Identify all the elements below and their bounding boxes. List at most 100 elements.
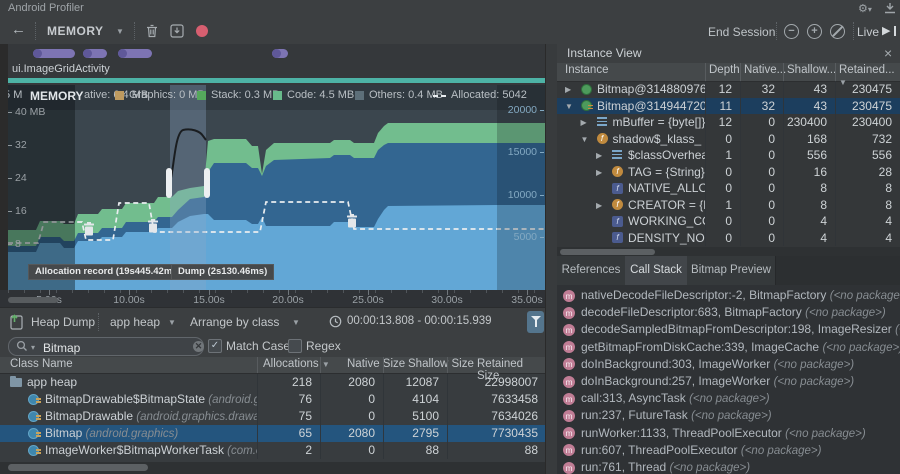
- tree-collapse-arrow[interactable]: ▶: [596, 151, 602, 160]
- timeline-scrollbar-thumb[interactable]: [8, 297, 58, 303]
- instance-row[interactable]: ▼ Bitmap@314944720 (11 32 43 230475: [557, 97, 900, 114]
- tab-bitmap-preview[interactable]: Bitmap Preview: [687, 256, 776, 285]
- class-table-body: app heap 218 2080 12087 22998007 BitmapDrawab…: [0, 373, 546, 462]
- table-row[interactable]: BitmapDrawable$BitmapState (android.grap…: [0, 391, 546, 408]
- time-label: 25.00s: [352, 294, 384, 306]
- method-icon: m: [563, 392, 575, 405]
- clear-search-icon[interactable]: ✕: [193, 341, 204, 352]
- live-button[interactable]: Live: [857, 25, 879, 39]
- scrollbar-thumb[interactable]: [8, 464, 148, 471]
- close-icon[interactable]: ×: [884, 45, 892, 61]
- tree-collapse-arrow[interactable]: ▶: [581, 118, 587, 127]
- event-timeline[interactable]: ui.ImageGridActivity: [0, 44, 545, 85]
- zoom-out-button[interactable]: −: [784, 24, 799, 39]
- col-class-name[interactable]: Class Name: [10, 358, 73, 370]
- minor-tick: [40, 290, 41, 293]
- instance-row[interactable]: ▼ f shadow$_klass_ = 0 0 168 732: [557, 130, 900, 147]
- instance-row[interactable]: fWORKING_COM0044: [557, 213, 900, 230]
- class-table-hscrollbar[interactable]: [0, 462, 546, 474]
- separator: [98, 313, 99, 331]
- numeric-cell: 0: [740, 163, 783, 180]
- gear-icon[interactable]: ⚙▾: [858, 2, 872, 15]
- instance-row[interactable]: f DENSITY_NON 0 0 4 4: [557, 229, 900, 246]
- export-heap-dump-icon[interactable]: [9, 313, 25, 333]
- stack-frame[interactable]: m decodeSampledBitmapFromDescriptor:198, …: [557, 322, 900, 339]
- regex-checkbox[interactable]: [288, 339, 302, 353]
- instance-table-header[interactable]: Instance Depth Native... Shallow... Reta…: [557, 63, 900, 87]
- export-capture-icon[interactable]: [170, 24, 184, 41]
- minor-tick: [534, 290, 535, 293]
- numeric-cell: 0: [705, 213, 740, 230]
- col-instance[interactable]: Instance: [565, 64, 608, 76]
- class-name: BitmapDrawable$BitmapState (android.grap: [45, 392, 257, 406]
- col-shallow-size[interactable]: Shallow Size: [408, 358, 474, 370]
- instance-row[interactable]: ▶$classOverhead10556556: [557, 147, 900, 164]
- numeric-cell: 76: [257, 391, 320, 408]
- dock-icon[interactable]: [884, 3, 896, 17]
- heap-select-dropdown[interactable]: app heap: [110, 315, 160, 329]
- table-row[interactable]: Bitmap (android.graphics) 65 2080 2795 77304…: [0, 425, 546, 442]
- go-live-icon[interactable]: ▶: [882, 24, 890, 37]
- reset-zoom-button[interactable]: [830, 24, 845, 39]
- chart-tooltip: Dump (2s130.46ms): [171, 264, 275, 280]
- minor-tick: [215, 290, 216, 293]
- time-axis[interactable]: 5.00s10.00s15.00s20.00s25.00s30.00s35.00…: [0, 290, 545, 307]
- minor-tick: [56, 290, 57, 293]
- stack-frame[interactable]: m doInBackground:257, ImageWorker (<no pa…: [557, 374, 900, 391]
- table-row[interactable]: ImageWorker$BitmapWorkerTask (com.exa208…: [0, 442, 546, 459]
- stack-frame[interactable]: m run:607, ThreadPoolExecutor (<no packag…: [557, 443, 900, 460]
- tree-collapse-arrow[interactable]: ▶: [565, 85, 571, 94]
- search-bar: ▾ Bitmap ✕ ✓ Match Case Regex: [0, 335, 546, 357]
- numeric-cell: 22998007: [447, 374, 546, 391]
- search-input[interactable]: ▾ Bitmap ✕: [8, 337, 204, 356]
- stack-frame[interactable]: m nativeDecodeFileDescriptor:-2, BitmapFa…: [557, 288, 900, 305]
- scrollbar-thumb[interactable]: [560, 248, 655, 255]
- stack-frame[interactable]: m getBitmapFromDiskCache:339, ImageCache …: [557, 340, 900, 357]
- left-axis-label: 32: [15, 139, 27, 151]
- table-row[interactable]: app heap 218 2080 12087 22998007: [0, 374, 546, 391]
- back-arrow-icon[interactable]: ←: [11, 21, 26, 38]
- memory-chart[interactable]: [8, 85, 545, 290]
- stack-frame[interactable]: m decodeFileDescriptor:683, BitmapFactory…: [557, 305, 900, 322]
- instance-label: TAG = {String}: [628, 164, 705, 179]
- tab-call-stack[interactable]: Call Stack: [625, 256, 688, 285]
- match-case-checkbox[interactable]: ✓: [208, 339, 222, 353]
- col-native[interactable]: Native...: [744, 64, 786, 76]
- trash-icon[interactable]: [145, 24, 159, 41]
- tree-expand-arrow[interactable]: ▼: [581, 135, 589, 144]
- stack-frame[interactable]: m run:761, Thread (<no package>): [557, 460, 900, 474]
- col-native-size[interactable]: Native Size: [347, 358, 405, 370]
- field-icon: f: [596, 133, 608, 144]
- col-depth[interactable]: Depth: [709, 64, 740, 76]
- class-table-header[interactable]: Class Name Allocations ▼ Native Size Sha…: [0, 357, 546, 382]
- instance-row[interactable]: ▶ mBuffer = {byte[]} 12 0 230400 230400: [557, 114, 900, 131]
- numeric-cell: 4: [783, 229, 835, 246]
- right-axis-label: 15000: [507, 146, 537, 158]
- legend-label: Allocated: 5042: [451, 89, 527, 101]
- search-history-caret[interactable]: ▾: [31, 343, 35, 352]
- heap-folder-icon: [10, 378, 22, 387]
- profiler-type-dropdown[interactable]: MEMORY: [47, 24, 104, 38]
- stack-frame[interactable]: m runWorker:1133, ThreadPoolExecutor (<no…: [557, 426, 900, 443]
- array-icon: [596, 117, 607, 119]
- instance-row[interactable]: ▶ Bitmap@314880976 (12 32 43 230475: [557, 81, 900, 98]
- minor-tick: [279, 290, 280, 293]
- arrange-dropdown[interactable]: Arrange by class: [190, 315, 279, 329]
- stack-frame[interactable]: m run:237, FutureTask (<no package>): [557, 408, 900, 425]
- filter-button[interactable]: [527, 311, 544, 333]
- tree-collapse-arrow[interactable]: ▶: [596, 201, 602, 210]
- instance-row[interactable]: fNATIVE_ALLOC0088: [557, 180, 900, 197]
- stack-frame[interactable]: m doInBackground:303, ImageWorker (<no pa…: [557, 357, 900, 374]
- stack-frame[interactable]: m call:313, AsyncTask (<no package>): [557, 391, 900, 408]
- table-row[interactable]: BitmapDrawable (android.graphics.drawabl…: [0, 408, 546, 425]
- tree-expand-arrow[interactable]: ▼: [565, 102, 573, 111]
- zoom-in-button[interactable]: +: [807, 24, 822, 39]
- col-shallow[interactable]: Shallow...: [787, 64, 836, 76]
- tab-references[interactable]: References: [557, 256, 626, 285]
- end-session-button[interactable]: End Session: [708, 25, 775, 39]
- record-button[interactable]: [196, 25, 208, 37]
- instance-row[interactable]: ▶fCREATOR = {Bi1088: [557, 196, 900, 213]
- instance-hscrollbar[interactable]: [557, 247, 900, 256]
- tree-collapse-arrow[interactable]: ▶: [596, 168, 602, 177]
- instance-row[interactable]: ▶ f TAG = {String} 0 0 16 28: [557, 163, 900, 180]
